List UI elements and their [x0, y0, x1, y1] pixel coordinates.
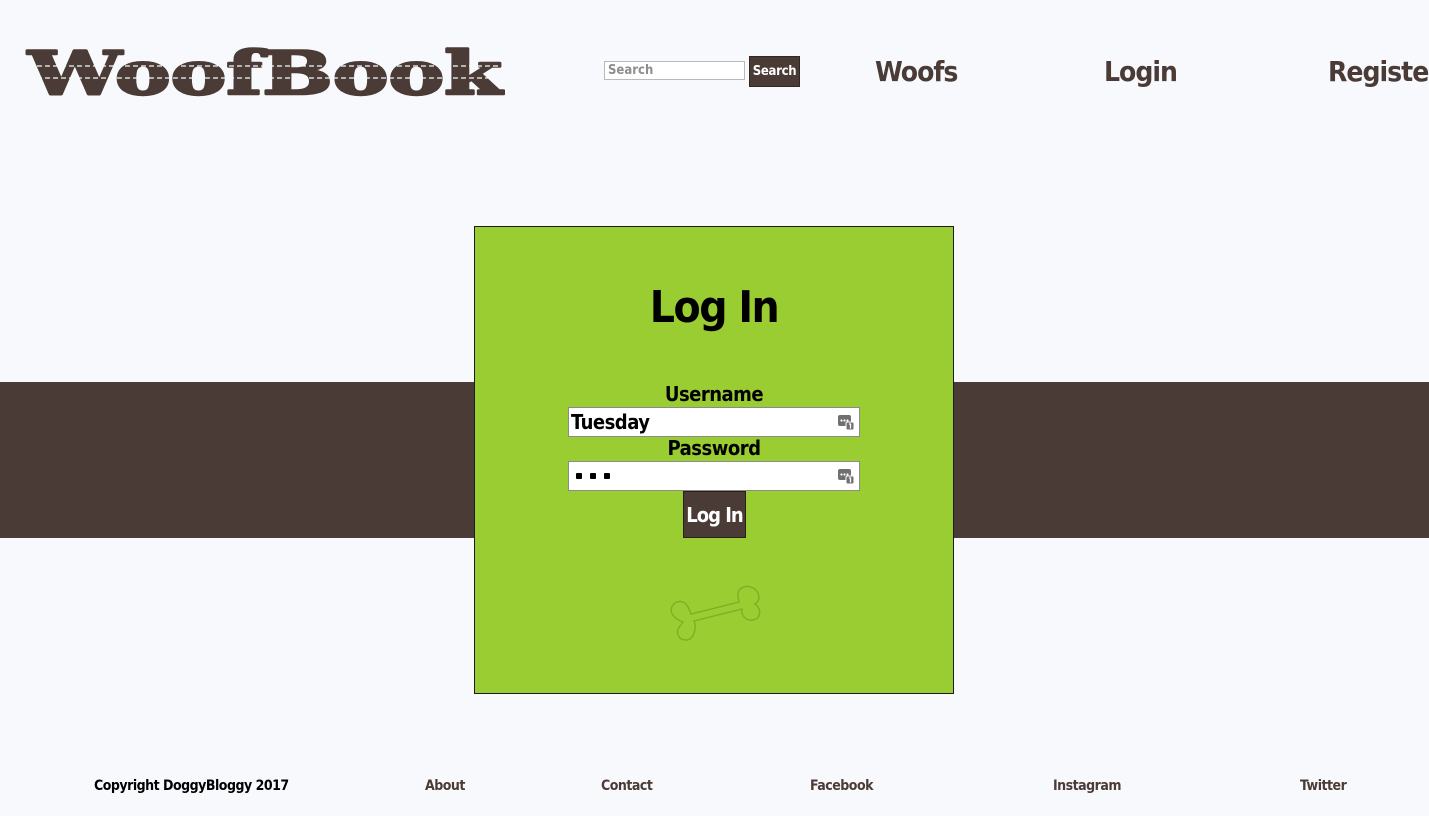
- footer-facebook-link[interactable]: Facebook: [810, 776, 874, 796]
- password-mask: [576, 473, 610, 479]
- username-label: Username: [664, 382, 764, 406]
- logo-text: WoofBook: [27, 39, 504, 106]
- woofbook-logo[interactable]: WoofBook: [25, 38, 505, 106]
- autofill-key-icon[interactable]: [837, 467, 855, 485]
- footer-contact-link[interactable]: Contact: [601, 776, 653, 796]
- password-field[interactable]: [568, 461, 860, 491]
- password-dot: [604, 473, 610, 479]
- username-value: Tuesday: [571, 410, 650, 434]
- footer-instagram-link[interactable]: Instagram: [1053, 776, 1122, 796]
- password-dot: [576, 473, 582, 479]
- username-field[interactable]: Tuesday: [568, 407, 860, 437]
- search-input[interactable]: [604, 61, 745, 80]
- autofill-key-icon[interactable]: [837, 413, 855, 431]
- footer-about-link[interactable]: About: [425, 776, 465, 796]
- bone-icon: [670, 585, 761, 641]
- password-dot: [590, 473, 596, 479]
- password-label: Password: [667, 436, 761, 460]
- nav-register-link[interactable]: Register: [1328, 55, 1429, 89]
- footer-copyright: Copyright DoggyBloggy 2017: [94, 778, 289, 794]
- login-panel: Log In Username Tuesday Password Log In: [474, 226, 954, 694]
- login-submit-button[interactable]: Log In: [683, 491, 746, 538]
- footer-twitter-link[interactable]: Twitter: [1300, 776, 1347, 796]
- login-title: Log In: [649, 282, 780, 333]
- nav-woofs-link[interactable]: Woofs: [875, 55, 958, 89]
- nav-login-link[interactable]: Login: [1104, 55, 1178, 89]
- search-button[interactable]: Search: [749, 56, 800, 87]
